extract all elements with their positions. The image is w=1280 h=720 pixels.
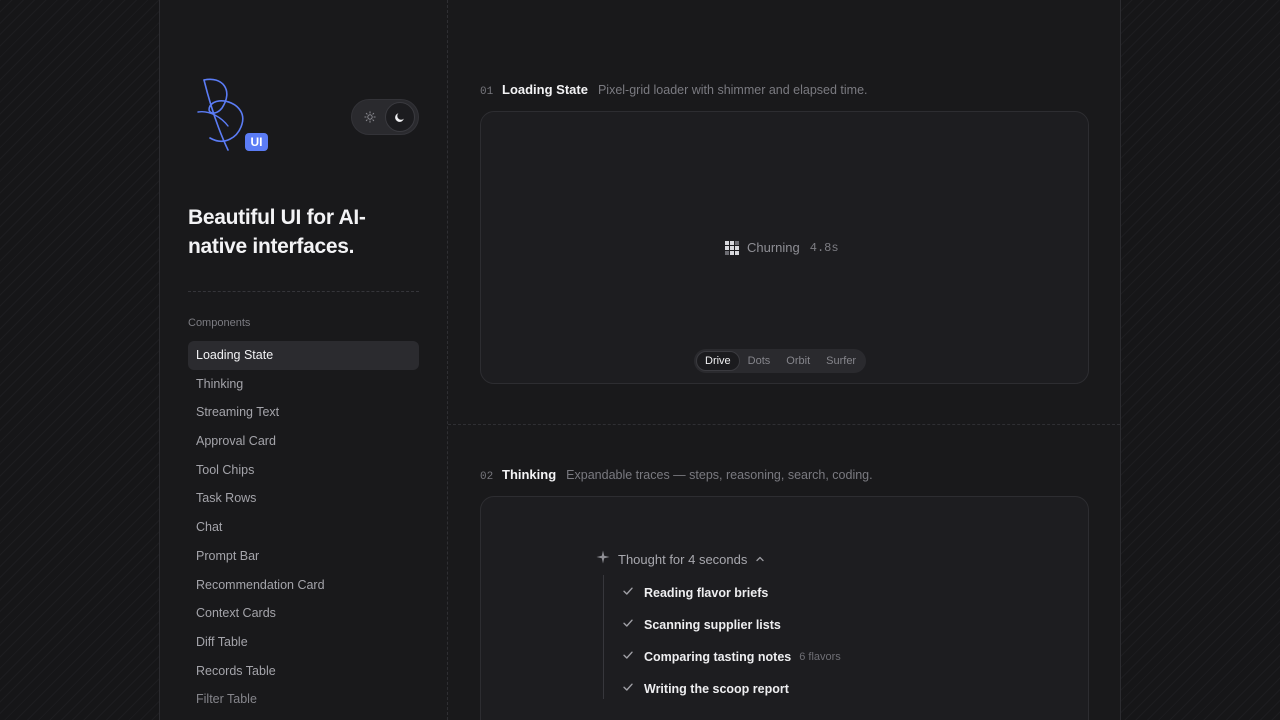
sidebar-item-diff-table[interactable]: Diff Table — [188, 628, 419, 657]
thought-step-label: Comparing tasting notes — [644, 650, 792, 664]
sidebar-item-prompt-bar[interactable]: Prompt Bar — [188, 542, 419, 571]
thought-steps: Reading flavor briefs Scanning supplier … — [603, 575, 841, 699]
main-content: 01 Loading State Pixel-grid loader with … — [448, 0, 1120, 720]
variant-selector: Drive Dots Orbit Surfer — [694, 349, 867, 373]
thought-step-label: Reading flavor briefs — [644, 586, 769, 600]
section-title: Thinking — [502, 467, 557, 482]
section-divider — [448, 424, 1120, 425]
thought-title: Thought for 4 seconds — [618, 552, 748, 567]
section-number: 02 — [480, 471, 494, 483]
variant-surfer-button[interactable]: Surfer — [818, 351, 864, 371]
section-header-loading-state: 01 Loading State Pixel-grid loader with … — [480, 82, 868, 98]
moon-icon[interactable] — [385, 102, 415, 132]
sidebar-item-chat[interactable]: Chat — [188, 513, 419, 542]
pixel-grid-icon — [725, 240, 739, 255]
loading-state-demo-card: Churning 4.8s Drive Dots Orbit Surfer — [480, 111, 1089, 384]
sidebar-item-context-cards[interactable]: Context Cards — [188, 599, 419, 628]
sun-icon[interactable] — [355, 102, 385, 132]
sidebar: UI Beautiful UI for AI-native interfaces… — [160, 0, 448, 720]
brand-logo[interactable]: UI — [188, 74, 272, 158]
sparkle-icon — [596, 550, 610, 569]
components-section-label: Components — [188, 317, 251, 329]
sidebar-item-tool-chips[interactable]: Tool Chips — [188, 456, 419, 485]
thought-step-meta: 6 flavors — [799, 651, 841, 663]
variant-orbit-button[interactable]: Orbit — [778, 351, 818, 371]
check-icon — [622, 680, 634, 698]
sidebar-item-records-table[interactable]: Records Table — [188, 657, 419, 686]
section-title: Loading State — [502, 82, 588, 97]
sidebar-item-task-rows[interactable]: Task Rows — [188, 484, 419, 513]
sidebar-item-recommendation-card[interactable]: Recommendation Card — [188, 571, 419, 600]
check-icon — [622, 584, 634, 602]
thought-step-label: Scanning supplier lists — [644, 618, 781, 632]
thought-step: Writing the scoop report — [622, 680, 789, 698]
sidebar-item-streaming-text[interactable]: Streaming Text — [188, 398, 419, 427]
tagline: Beautiful UI for AI-native interfaces. — [188, 206, 366, 258]
thought-step-label: Writing the scoop report — [644, 682, 789, 696]
thought-step: Scanning supplier lists — [622, 616, 781, 634]
loader-elapsed-time: 4.8s — [809, 240, 839, 255]
sidebar-item-loading-state[interactable]: Loading State — [188, 341, 419, 370]
thought-header[interactable]: Thought for 4 seconds — [596, 550, 765, 569]
thinking-demo-card: Thought for 4 seconds Reading flavor bri… — [480, 496, 1089, 720]
logo-badge: UI — [245, 133, 268, 151]
section-number: 01 — [480, 86, 494, 98]
chevron-up-icon[interactable] — [755, 551, 765, 569]
theme-toggle[interactable] — [351, 99, 419, 135]
section-description: Expandable traces — steps, reasoning, se… — [566, 468, 873, 482]
loader-label: Churning — [747, 240, 800, 255]
thought-step: Comparing tasting notes 6 flavors — [622, 648, 841, 666]
app-frame: UI Beautiful UI for AI-native interfaces… — [159, 0, 1121, 720]
thought-step: Reading flavor briefs — [622, 584, 768, 602]
section-description: Pixel-grid loader with shimmer and elaps… — [597, 83, 868, 97]
divider — [188, 291, 419, 292]
variant-drive-button[interactable]: Drive — [696, 351, 740, 371]
sidebar-item-approval-card[interactable]: Approval Card — [188, 427, 419, 456]
check-icon — [622, 616, 634, 634]
sidebar-item-filter-table[interactable]: Filter Table — [188, 685, 419, 714]
components-nav: Loading State Thinking Streaming Text Ap… — [188, 341, 419, 714]
check-icon — [622, 648, 634, 666]
section-header-thinking: 02 Thinking Expandable traces — steps, r… — [480, 467, 873, 483]
loader: Churning 4.8s — [725, 240, 839, 255]
sidebar-item-thinking[interactable]: Thinking — [188, 370, 419, 399]
variant-dots-button[interactable]: Dots — [740, 351, 779, 371]
